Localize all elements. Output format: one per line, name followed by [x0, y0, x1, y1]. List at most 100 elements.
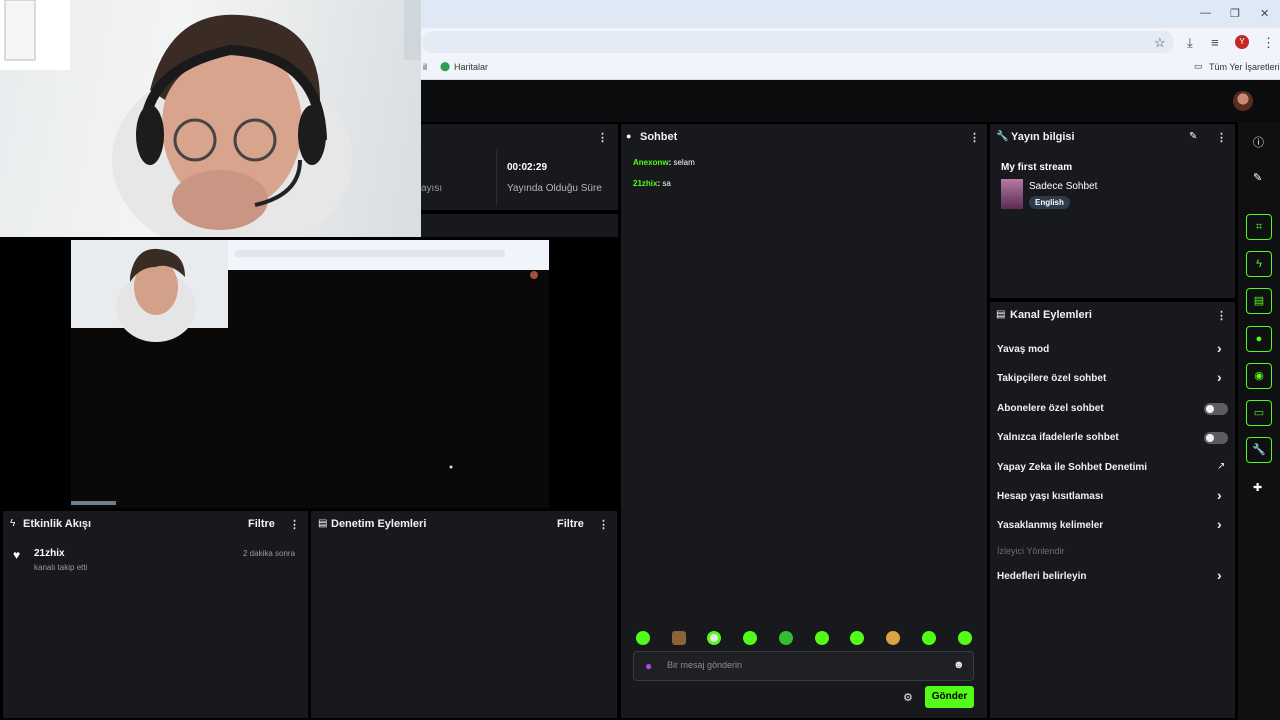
rail-scan-button[interactable]: ⌗ — [1246, 214, 1272, 240]
chat-input-placeholder[interactable]: Bir mesaj gönderin — [667, 660, 742, 670]
chat-text: selam — [673, 158, 695, 167]
channel-actions-title: Kanal Eylemleri — [1010, 309, 1092, 321]
wrench-icon: 🔧 — [996, 131, 1009, 142]
more-options-icon[interactable]: ⋮ — [1216, 309, 1227, 322]
event-username[interactable]: 21zhix — [34, 548, 65, 559]
channel-actions-panel: ▤ Kanal Eylemleri ⋮ — [990, 302, 1235, 718]
rail-broadcast-button[interactable]: ◉ — [1246, 363, 1272, 389]
chat-message: Anexonw: selam — [633, 158, 695, 167]
rail-lightning-button[interactable]: ϟ — [1246, 251, 1272, 277]
stat-label: ayısı — [421, 183, 443, 194]
more-options-icon[interactable]: ⋮ — [597, 131, 608, 144]
bookmark-star-icon[interactable]: ☆ — [1154, 35, 1166, 51]
emote-icon[interactable] — [672, 631, 686, 645]
send-button[interactable]: Gönder — [925, 686, 974, 708]
action-followers-only[interactable]: Takipçilere özel sohbet — [997, 373, 1106, 384]
stream-title: My first stream — [1001, 162, 1073, 173]
divider — [496, 150, 497, 206]
chat-text: sa — [662, 179, 671, 188]
more-options-icon[interactable]: ⋮ — [969, 131, 980, 144]
rail-wrench-button[interactable]: 🔧 — [1246, 437, 1272, 463]
folder-icon: ▭ — [1194, 61, 1203, 71]
emote-icon[interactable] — [779, 631, 793, 645]
subscribers-only-toggle[interactable] — [1204, 403, 1228, 415]
action-ai-moderation[interactable]: Yapay Zeka ile Sohbet Denetimi — [997, 462, 1147, 473]
moderation-filter-button[interactable]: Filtre — [557, 518, 584, 530]
download-icon[interactable]: ⤓ — [1187, 35, 1193, 51]
stream-preview — [0, 237, 618, 509]
emote-icon[interactable] — [850, 631, 864, 645]
user-avatar[interactable] — [1233, 91, 1253, 111]
category-name[interactable]: Sadece Sohbet — [1029, 181, 1097, 192]
emote-icon[interactable] — [886, 631, 900, 645]
chat-title: Sohbet — [640, 131, 678, 143]
stream-duration-value: 00:02:29 — [507, 162, 548, 173]
chevron-right-icon[interactable]: › — [1217, 369, 1222, 385]
more-options-icon[interactable]: ⋮ — [289, 518, 300, 531]
preview-image — [71, 240, 549, 508]
stream-info-panel: 🔧 Yayın bilgisi ✎ ⋮ My first stream Sade… — [990, 124, 1235, 298]
chevron-right-icon[interactable]: › — [1217, 340, 1222, 356]
emotes-only-toggle[interactable] — [1204, 432, 1228, 444]
microphone-icon[interactable]: ● — [645, 659, 652, 673]
profile-avatar[interactable]: Y — [1235, 35, 1249, 49]
action-subscribers-only[interactable]: Abonelere özel sohbet — [997, 403, 1104, 414]
chevron-right-icon[interactable]: › — [1217, 487, 1222, 503]
bookmark-item[interactable]: il — [423, 62, 427, 72]
list-item: ♥ 21zhix 2 dakika sonra kanalı takip ett… — [3, 539, 308, 579]
add-widget-icon[interactable]: ✚ — [1253, 481, 1262, 494]
heart-icon: ♥ — [13, 548, 21, 562]
section-label: İzleyici Yönlendir — [997, 546, 1065, 556]
address-bar[interactable] — [422, 31, 1174, 53]
browser-menu-icon[interactable]: ⋮ — [1262, 35, 1275, 51]
action-banned-words[interactable]: Yasaklanmış kelimeler — [997, 520, 1103, 531]
info-icon[interactable]: ⓘ — [1253, 134, 1264, 150]
panel-strip — [421, 214, 618, 237]
chat-username[interactable]: Anexonw — [633, 158, 669, 167]
stream-info-title: Yayın bilgisi — [1011, 131, 1075, 143]
emote-icon[interactable] — [743, 631, 757, 645]
rail-layout-button[interactable]: ▭ — [1246, 400, 1272, 426]
rail-document-button[interactable]: ▤ — [1246, 288, 1272, 314]
action-slow-mode[interactable]: Yavaş mod — [997, 344, 1049, 355]
chevron-right-icon[interactable]: › — [1217, 516, 1222, 532]
chat-settings-icon[interactable]: ⚙ — [903, 691, 913, 704]
external-link-icon[interactable]: ↗ — [1217, 461, 1225, 472]
webcam-image — [0, 0, 421, 237]
activity-feed-title: Etkinlik Akışı — [23, 518, 92, 530]
chat-input-box[interactable]: ● Bir mesaj gönderin ☻ — [633, 651, 974, 681]
action-emotes-only[interactable]: Yalnızca ifadelerle sohbet — [997, 432, 1119, 443]
chevron-right-icon[interactable]: › — [1217, 567, 1222, 583]
action-set-goals[interactable]: Hedefleri belirleyin — [997, 571, 1086, 582]
more-options-icon[interactable]: ⋮ — [598, 518, 609, 531]
stream-duration-label: Yayında Olduğu Süre — [507, 183, 602, 194]
emote-icon[interactable] — [636, 631, 650, 645]
close-icon[interactable]: ✕ — [1260, 7, 1269, 20]
chat-bubble-icon: ● — [626, 131, 632, 141]
emoji-icon[interactable]: ☻ — [953, 659, 965, 671]
event-time: 2 dakika sonra — [243, 549, 296, 558]
chat-panel: ● Sohbet ⋮ Anexonw: selam 21zhix: sa — [621, 124, 987, 718]
minimize-icon[interactable]: — — [1200, 7, 1211, 19]
more-options-icon[interactable]: ⋮ — [1216, 131, 1227, 144]
media-queue-icon[interactable]: ≡ — [1211, 35, 1219, 50]
emote-icon[interactable] — [815, 631, 829, 645]
emote-icon[interactable] — [922, 631, 936, 645]
bookmark-item-maps[interactable]: Haritalar — [454, 62, 488, 72]
category-thumbnail[interactable] — [1001, 179, 1023, 209]
edit-icon[interactable]: ✎ — [1189, 131, 1197, 142]
all-bookmarks[interactable]: Tüm Yer İşaretleri — [1209, 62, 1280, 72]
emote-icon[interactable] — [958, 631, 972, 645]
restore-icon[interactable]: ❐ — [1230, 7, 1240, 20]
lightning-icon: ϟ — [10, 518, 16, 529]
maps-icon: ⬤ — [440, 61, 451, 71]
rail-chat-button[interactable]: ● — [1246, 326, 1272, 352]
pencil-icon[interactable]: ✎ — [1253, 171, 1262, 184]
document-icon: ▤ — [318, 518, 328, 529]
action-account-age[interactable]: Hesap yaşı kısıtlaması — [997, 491, 1103, 502]
activity-filter-button[interactable]: Filtre — [248, 518, 275, 530]
emote-icon[interactable] — [707, 631, 721, 645]
document-icon: ▤ — [996, 309, 1006, 320]
language-tag: English — [1029, 196, 1070, 209]
chat-username[interactable]: 21zhix — [633, 179, 657, 188]
